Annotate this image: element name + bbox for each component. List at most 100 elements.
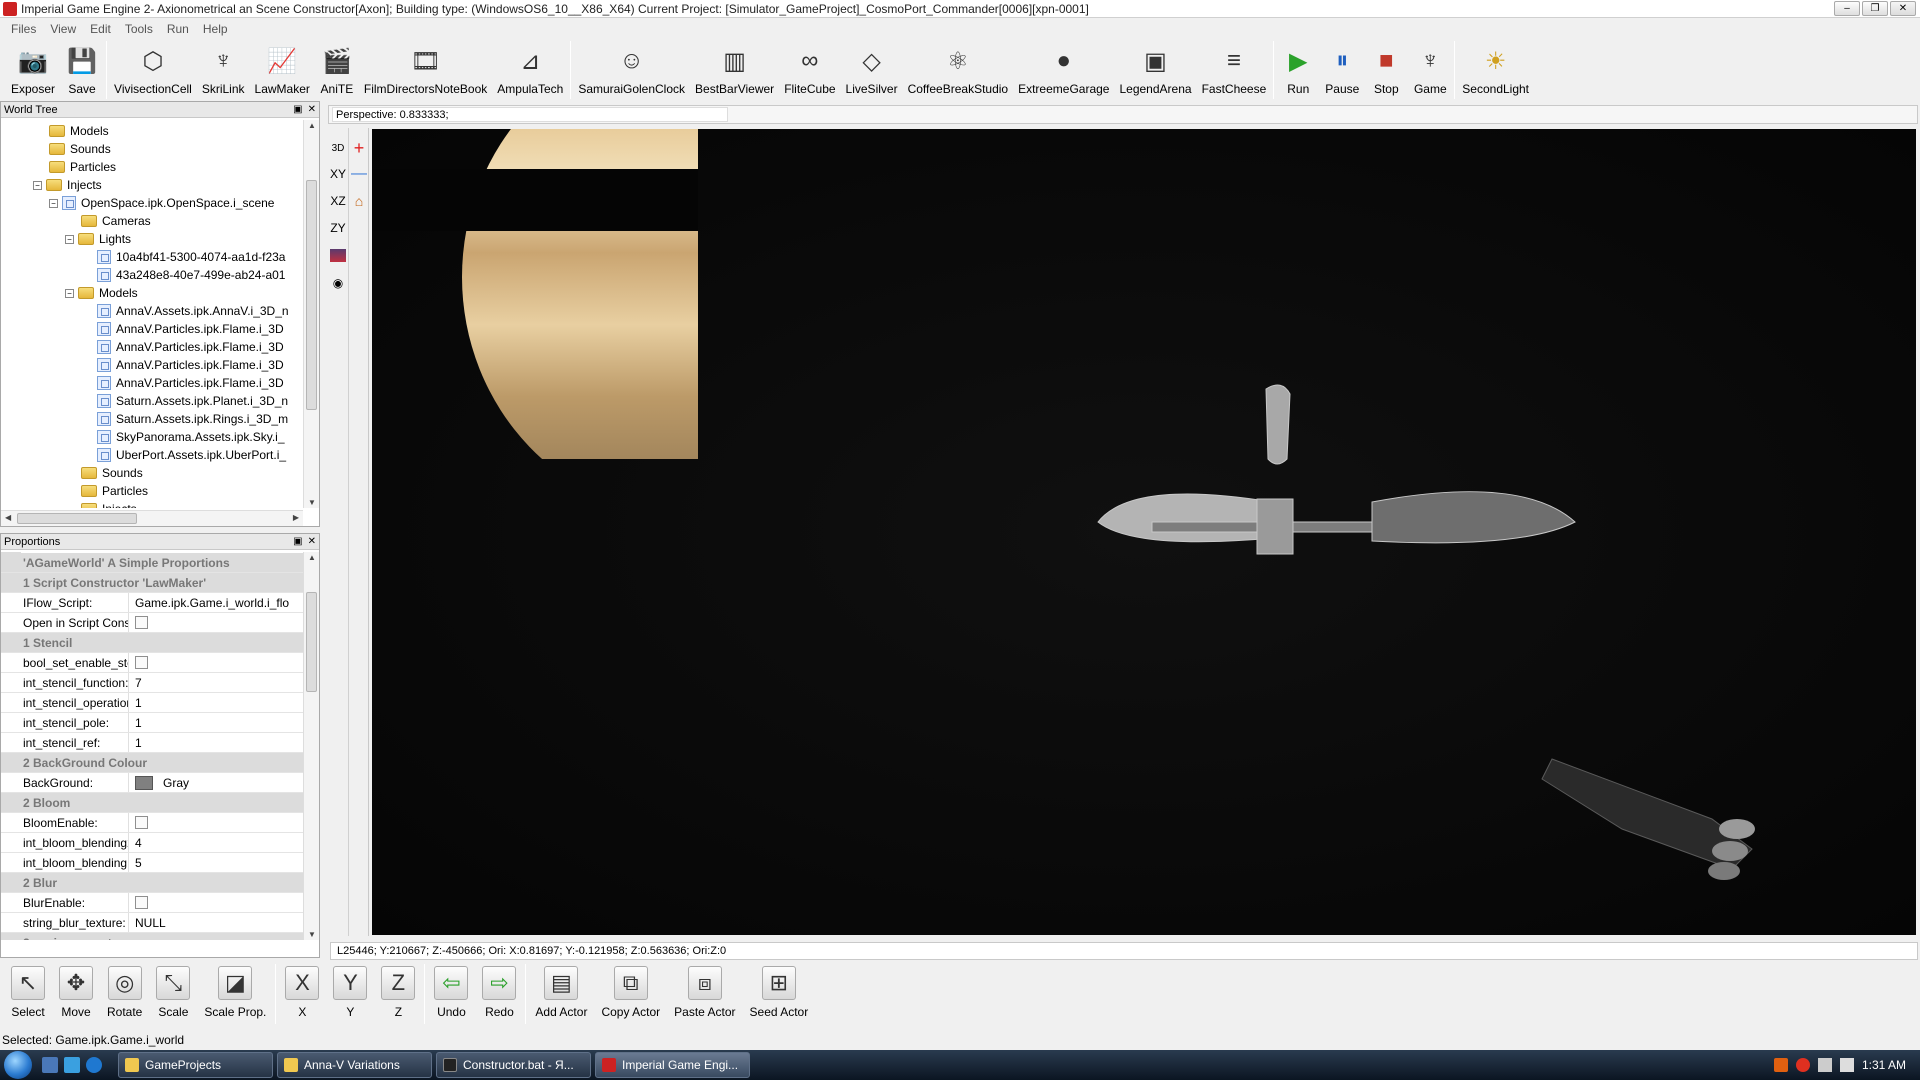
menu-tools[interactable]: Tools <box>118 22 160 36</box>
perspective-field[interactable]: Perspective: 0.833333; <box>332 107 728 122</box>
property-category[interactable]: 2 envirnmovent <box>1 933 303 940</box>
tool-xbutton[interactable]: XX <box>278 963 326 1027</box>
dock-icon[interactable]: ▣ <box>293 104 302 115</box>
world-tree-hscroll[interactable]: ◀ ▶ <box>1 510 303 526</box>
toolbar-game-button[interactable]: ♆ Game <box>1408 40 1452 100</box>
scroll-down-icon[interactable]: ▼ <box>308 498 316 507</box>
tree-folder[interactable]: Particles <box>81 482 148 500</box>
toolbar-fastcheese-button[interactable]: ≡ FastCheese <box>1197 40 1272 100</box>
collapse-icon[interactable]: − <box>65 288 74 298</box>
clock[interactable]: 1:31 AM <box>1862 1058 1906 1072</box>
property-category[interactable]: 2 Bloom <box>1 793 303 813</box>
property-category[interactable]: 2 Blur <box>1 873 303 893</box>
scene-viewport[interactable] <box>372 129 1916 935</box>
collapse-icon[interactable]: − <box>65 234 74 244</box>
menu-help[interactable]: Help <box>196 22 235 36</box>
minus-icon[interactable]: — <box>349 164 369 184</box>
toolbar-anite-button[interactable]: 🎬 AniTE <box>315 40 359 100</box>
toolbar-exposer-button[interactable]: 📷 Exposer <box>6 40 60 100</box>
tool-copy-actorbutton[interactable]: ⧉ Copy Actor <box>594 963 667 1027</box>
tree-object[interactable]: AnnaV.Particles.ipk.Flame.i_3D <box>97 374 284 392</box>
toolbar-lawmaker-button[interactable]: 📈 LawMaker <box>250 40 315 100</box>
property-row[interactable]: BloomEnable: <box>1 813 303 833</box>
toolbar-save-button[interactable]: 💾 Save <box>60 40 104 100</box>
property-row[interactable]: int_bloom_blending: 5 <box>1 853 303 873</box>
tool-ybutton[interactable]: YY <box>326 963 374 1027</box>
scroll-right-icon[interactable]: ▶ <box>293 513 299 522</box>
color-swatch[interactable] <box>135 775 153 790</box>
toolbar-livesilver-button[interactable]: ◇ LiveSilver <box>841 40 903 100</box>
toolbar-legendarena-button[interactable]: ▣ LegendArena <box>1114 40 1196 100</box>
tree-object[interactable]: 10a4bf41-5300-4074-aa1d-f23a <box>97 248 285 266</box>
scroll-up-icon[interactable]: ▲ <box>308 553 316 562</box>
tree-folder[interactable]: Models <box>49 122 109 140</box>
tool-scalebutton[interactable]: ⤡ Scale <box>149 963 197 1027</box>
tool-undobutton[interactable]: ⇦ Undo <box>427 963 475 1027</box>
temple-icon[interactable]: ⌂ <box>349 191 369 211</box>
property-row[interactable]: Open in Script Construc <box>1 613 303 633</box>
tree-folder[interactable]: − Injects <box>33 176 102 194</box>
menu-edit[interactable]: Edit <box>83 22 118 36</box>
view-3d-button[interactable]: 3D <box>328 138 348 158</box>
property-value[interactable]: 7 <box>129 673 303 692</box>
tree-folder[interactable]: − Models <box>65 284 138 302</box>
switch-windows-icon[interactable] <box>64 1057 80 1073</box>
property-value[interactable]: 1 <box>129 693 303 712</box>
collapse-icon[interactable]: − <box>49 198 58 208</box>
tool-add-actorbutton[interactable]: ▤ Add Actor <box>528 963 594 1027</box>
property-value[interactable]: Game.ipk.Game.i_world.i_flo <box>129 593 303 612</box>
toolbar-flitecube-button[interactable]: ∞ FliteCube <box>779 40 840 100</box>
property-category[interactable]: 1 Script Constructor 'LawMaker' <box>1 573 303 593</box>
checkbox[interactable] <box>135 816 148 829</box>
property-row[interactable]: BlurEnable: <box>1 893 303 913</box>
scroll-thumb[interactable] <box>306 180 317 410</box>
property-value[interactable]: 4 <box>129 833 303 852</box>
toolbar-extreemegarage-button[interactable]: ● ExtreemeGarage <box>1013 40 1114 100</box>
checkbox[interactable] <box>135 896 148 909</box>
task-constructor-bat[interactable]: Constructor.bat - Я... <box>436 1052 591 1078</box>
toolbar-samuraigolenclock-button[interactable]: ☺ SamuraiGolenClock <box>573 40 690 100</box>
add-cross-icon[interactable]: + <box>349 138 369 158</box>
tree-folder[interactable]: Sounds <box>81 464 143 482</box>
toolbar-run-button[interactable]: ▶ Run <box>1276 40 1320 100</box>
property-row[interactable]: string_blur_texture: NULL <box>1 913 303 933</box>
property-category[interactable]: 2 BackGround Colour <box>1 753 303 773</box>
tree-folder[interactable]: Sounds <box>49 140 111 158</box>
tool-seed-actorbutton[interactable]: ⊞ Seed Actor <box>743 963 816 1027</box>
checkbox[interactable] <box>135 656 148 669</box>
network-icon[interactable] <box>1817 1058 1832 1072</box>
view-zy-button[interactable]: ZY <box>328 218 348 238</box>
tray-app-icon[interactable] <box>1773 1058 1788 1072</box>
property-row[interactable]: int_stencil_operation: 1 <box>1 693 303 713</box>
tree-object[interactable]: AnnaV.Particles.ipk.Flame.i_3D <box>97 320 284 338</box>
toolbar-stop-button[interactable]: ■ Stop <box>1364 40 1408 100</box>
scroll-thumb[interactable] <box>306 592 317 692</box>
property-value[interactable]: Gray <box>129 773 303 792</box>
close-icon[interactable]: ✕ <box>308 536 316 547</box>
property-row[interactable]: BackGround: Gray <box>1 773 303 793</box>
property-value[interactable] <box>129 653 303 672</box>
property-row[interactable]: bool_set_enable_stencil: <box>1 653 303 673</box>
scroll-left-icon[interactable]: ◀ <box>5 513 11 522</box>
property-row[interactable]: int_stencil_function: 7 <box>1 673 303 693</box>
toolbar-skrilink-button[interactable]: ♆ SkriLink <box>197 40 250 100</box>
tool-scale-prop-button[interactable]: ◪ Scale Prop. <box>197 963 273 1027</box>
tree-folder[interactable]: Cameras <box>81 212 151 230</box>
task-anna-v[interactable]: Anna-V Variations <box>277 1052 432 1078</box>
toolbar-bestbarviewer-button[interactable]: ▥ BestBarViewer <box>690 40 779 100</box>
property-value[interactable] <box>129 813 303 832</box>
start-button[interactable] <box>0 1050 36 1080</box>
tree-folder[interactable]: Particles <box>49 158 116 176</box>
tool-redobutton[interactable]: ⇨ Redo <box>475 963 523 1027</box>
collapse-icon[interactable]: − <box>33 180 42 190</box>
volume-icon[interactable] <box>1839 1058 1854 1072</box>
property-value[interactable]: 1 <box>129 713 303 732</box>
tree-object[interactable]: AnnaV.Particles.ipk.Flame.i_3D <box>97 338 284 356</box>
toolbar-pause-button[interactable]: ⏸ Pause <box>1320 40 1364 100</box>
tool-selectbutton[interactable]: ↖ Select <box>4 963 52 1027</box>
tool-paste-actorbutton[interactable]: ⧈ Paste Actor <box>667 963 742 1027</box>
tree-object[interactable]: 43a248e8-40e7-499e-ab24-a01 <box>97 266 285 284</box>
eye-icon[interactable]: ◉ <box>328 273 348 293</box>
grid-icon[interactable] <box>328 245 348 265</box>
menu-run[interactable]: Run <box>160 22 196 36</box>
